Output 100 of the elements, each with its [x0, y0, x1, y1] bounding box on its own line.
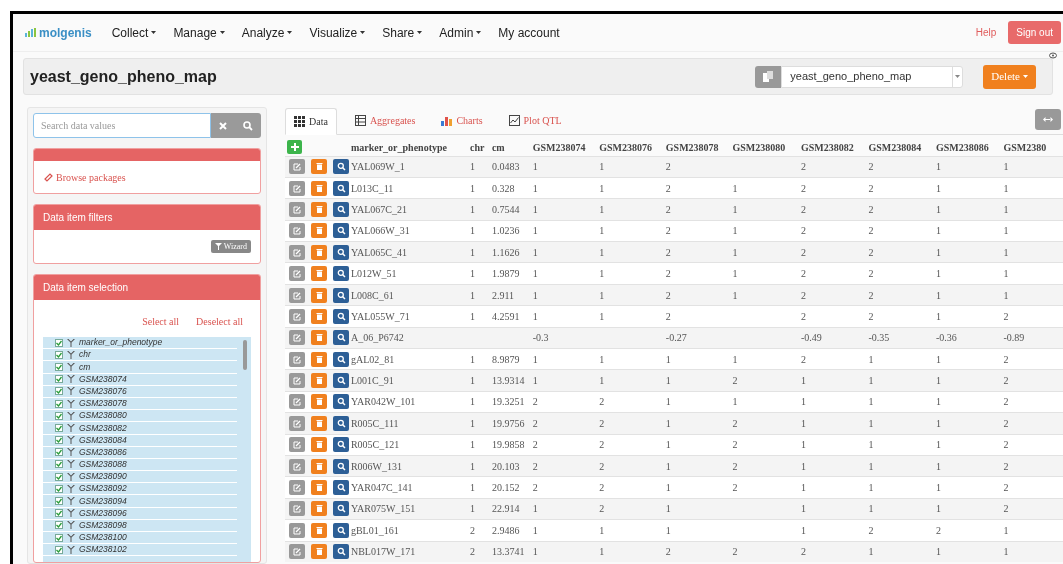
nav-menu[interactable]: Share — [382, 23, 423, 42]
column-header[interactable]: GSM238082 — [800, 140, 869, 156]
tab[interactable]: Plot QTL — [500, 107, 570, 134]
edit-button[interactable] — [289, 522, 305, 538]
edit-button[interactable] — [289, 394, 305, 410]
nav-menu[interactable]: My account — [498, 23, 560, 42]
tab[interactable]: Aggregates — [346, 107, 424, 134]
view-button[interactable] — [333, 266, 349, 282]
checkbox[interactable] — [55, 362, 63, 371]
delete-row-button[interactable] — [311, 180, 327, 196]
view-button[interactable] — [333, 437, 349, 453]
edit-button[interactable] — [289, 266, 305, 282]
view-button[interactable] — [333, 223, 349, 239]
column-header[interactable]: GSM238078 — [665, 140, 733, 156]
checkbox[interactable] — [55, 375, 63, 384]
dataset-select[interactable]: yeast_geno_pheno_map — [781, 65, 964, 88]
checkbox[interactable] — [55, 545, 63, 554]
select-all-link[interactable]: Select all — [142, 314, 180, 329]
column-header[interactable]: chr — [470, 140, 492, 156]
checkbox[interactable] — [55, 521, 63, 530]
checkbox[interactable] — [55, 460, 63, 469]
column-header[interactable]: GSM238084 — [868, 140, 936, 156]
deselect-all-link[interactable]: Deselect all — [196, 314, 243, 329]
edit-button[interactable] — [289, 437, 305, 453]
edit-button[interactable] — [289, 458, 305, 474]
nav-menu[interactable]: Admin — [439, 23, 482, 42]
edit-button[interactable] — [289, 544, 305, 560]
edit-button[interactable] — [289, 180, 305, 196]
delete-row-button[interactable] — [311, 458, 327, 474]
scrollbar-thumb[interactable] — [243, 340, 247, 370]
view-button[interactable] — [333, 330, 349, 346]
delete-row-button[interactable] — [311, 415, 327, 431]
clear-button[interactable] — [211, 113, 235, 138]
view-button[interactable] — [333, 544, 349, 560]
edit-button[interactable] — [289, 223, 305, 239]
delete-row-button[interactable] — [311, 501, 327, 517]
edit-button[interactable] — [289, 244, 305, 260]
view-button[interactable] — [333, 308, 349, 324]
checkbox[interactable] — [55, 338, 63, 347]
edit-button[interactable] — [289, 373, 305, 389]
edit-button[interactable] — [289, 308, 305, 324]
browse-packages-link[interactable]: Browse packages — [44, 169, 126, 185]
column-header[interactable]: marker_or_phenotype — [350, 140, 471, 156]
checkbox[interactable] — [55, 350, 63, 359]
view-button[interactable] — [333, 287, 349, 303]
checkbox[interactable] — [55, 497, 63, 506]
column-header[interactable]: cm — [491, 140, 533, 156]
view-button[interactable] — [333, 415, 349, 431]
checkbox[interactable] — [55, 533, 63, 542]
delete-row-button[interactable] — [311, 266, 327, 282]
view-button[interactable] — [333, 394, 349, 410]
tab[interactable]: Charts — [433, 107, 491, 134]
checkbox[interactable] — [55, 509, 63, 518]
checkbox[interactable] — [55, 387, 63, 396]
expand-button[interactable] — [1035, 109, 1061, 130]
edit-button[interactable] — [289, 351, 305, 367]
delete-row-button[interactable] — [311, 522, 327, 538]
column-header[interactable]: GSM2380 — [1003, 140, 1063, 156]
checkbox[interactable] — [55, 484, 63, 493]
delete-row-button[interactable] — [311, 437, 327, 453]
delete-row-button[interactable] — [311, 223, 327, 239]
column-header[interactable]: GSM238080 — [732, 140, 801, 156]
delete-row-button[interactable] — [311, 159, 327, 175]
checkbox[interactable] — [55, 423, 63, 432]
checkbox[interactable] — [55, 472, 63, 481]
column-header[interactable]: GSM238086 — [935, 140, 1004, 156]
view-button[interactable] — [333, 373, 349, 389]
nav-menu[interactable]: Collect — [111, 23, 157, 42]
view-button[interactable] — [333, 480, 349, 496]
edit-button[interactable] — [289, 159, 305, 175]
delete-row-button[interactable] — [311, 330, 327, 346]
view-button[interactable] — [333, 501, 349, 517]
view-button[interactable] — [333, 522, 349, 538]
wizard-button[interactable]: Wizard — [210, 240, 251, 253]
delete-row-button[interactable] — [311, 308, 327, 324]
nav-menu[interactable]: Analyze — [241, 23, 293, 42]
view-button[interactable] — [333, 201, 349, 217]
nav-menu[interactable]: Manage — [173, 23, 225, 42]
delete-row-button[interactable] — [311, 201, 327, 217]
nav-menu[interactable]: Visualize — [309, 23, 366, 42]
tab[interactable]: Data — [285, 108, 337, 135]
add-button[interactable] — [287, 140, 302, 155]
search-button[interactable] — [235, 113, 261, 138]
delete-row-button[interactable] — [311, 244, 327, 260]
edit-button[interactable] — [289, 480, 305, 496]
delete-row-button[interactable] — [311, 394, 327, 410]
delete-row-button[interactable] — [311, 480, 327, 496]
view-button[interactable] — [333, 351, 349, 367]
search-field[interactable]: Search data values — [33, 113, 211, 138]
view-button[interactable] — [333, 458, 349, 474]
delete-row-button[interactable] — [311, 373, 327, 389]
help-link[interactable]: Help — [975, 25, 997, 40]
edit-button[interactable] — [289, 415, 305, 431]
view-button[interactable] — [333, 180, 349, 196]
checkbox[interactable] — [55, 448, 63, 457]
checkbox[interactable] — [55, 411, 63, 420]
edit-button[interactable] — [289, 330, 305, 346]
view-button[interactable] — [333, 159, 349, 175]
edit-button[interactable] — [289, 287, 305, 303]
column-header[interactable]: GSM238074 — [532, 140, 600, 156]
